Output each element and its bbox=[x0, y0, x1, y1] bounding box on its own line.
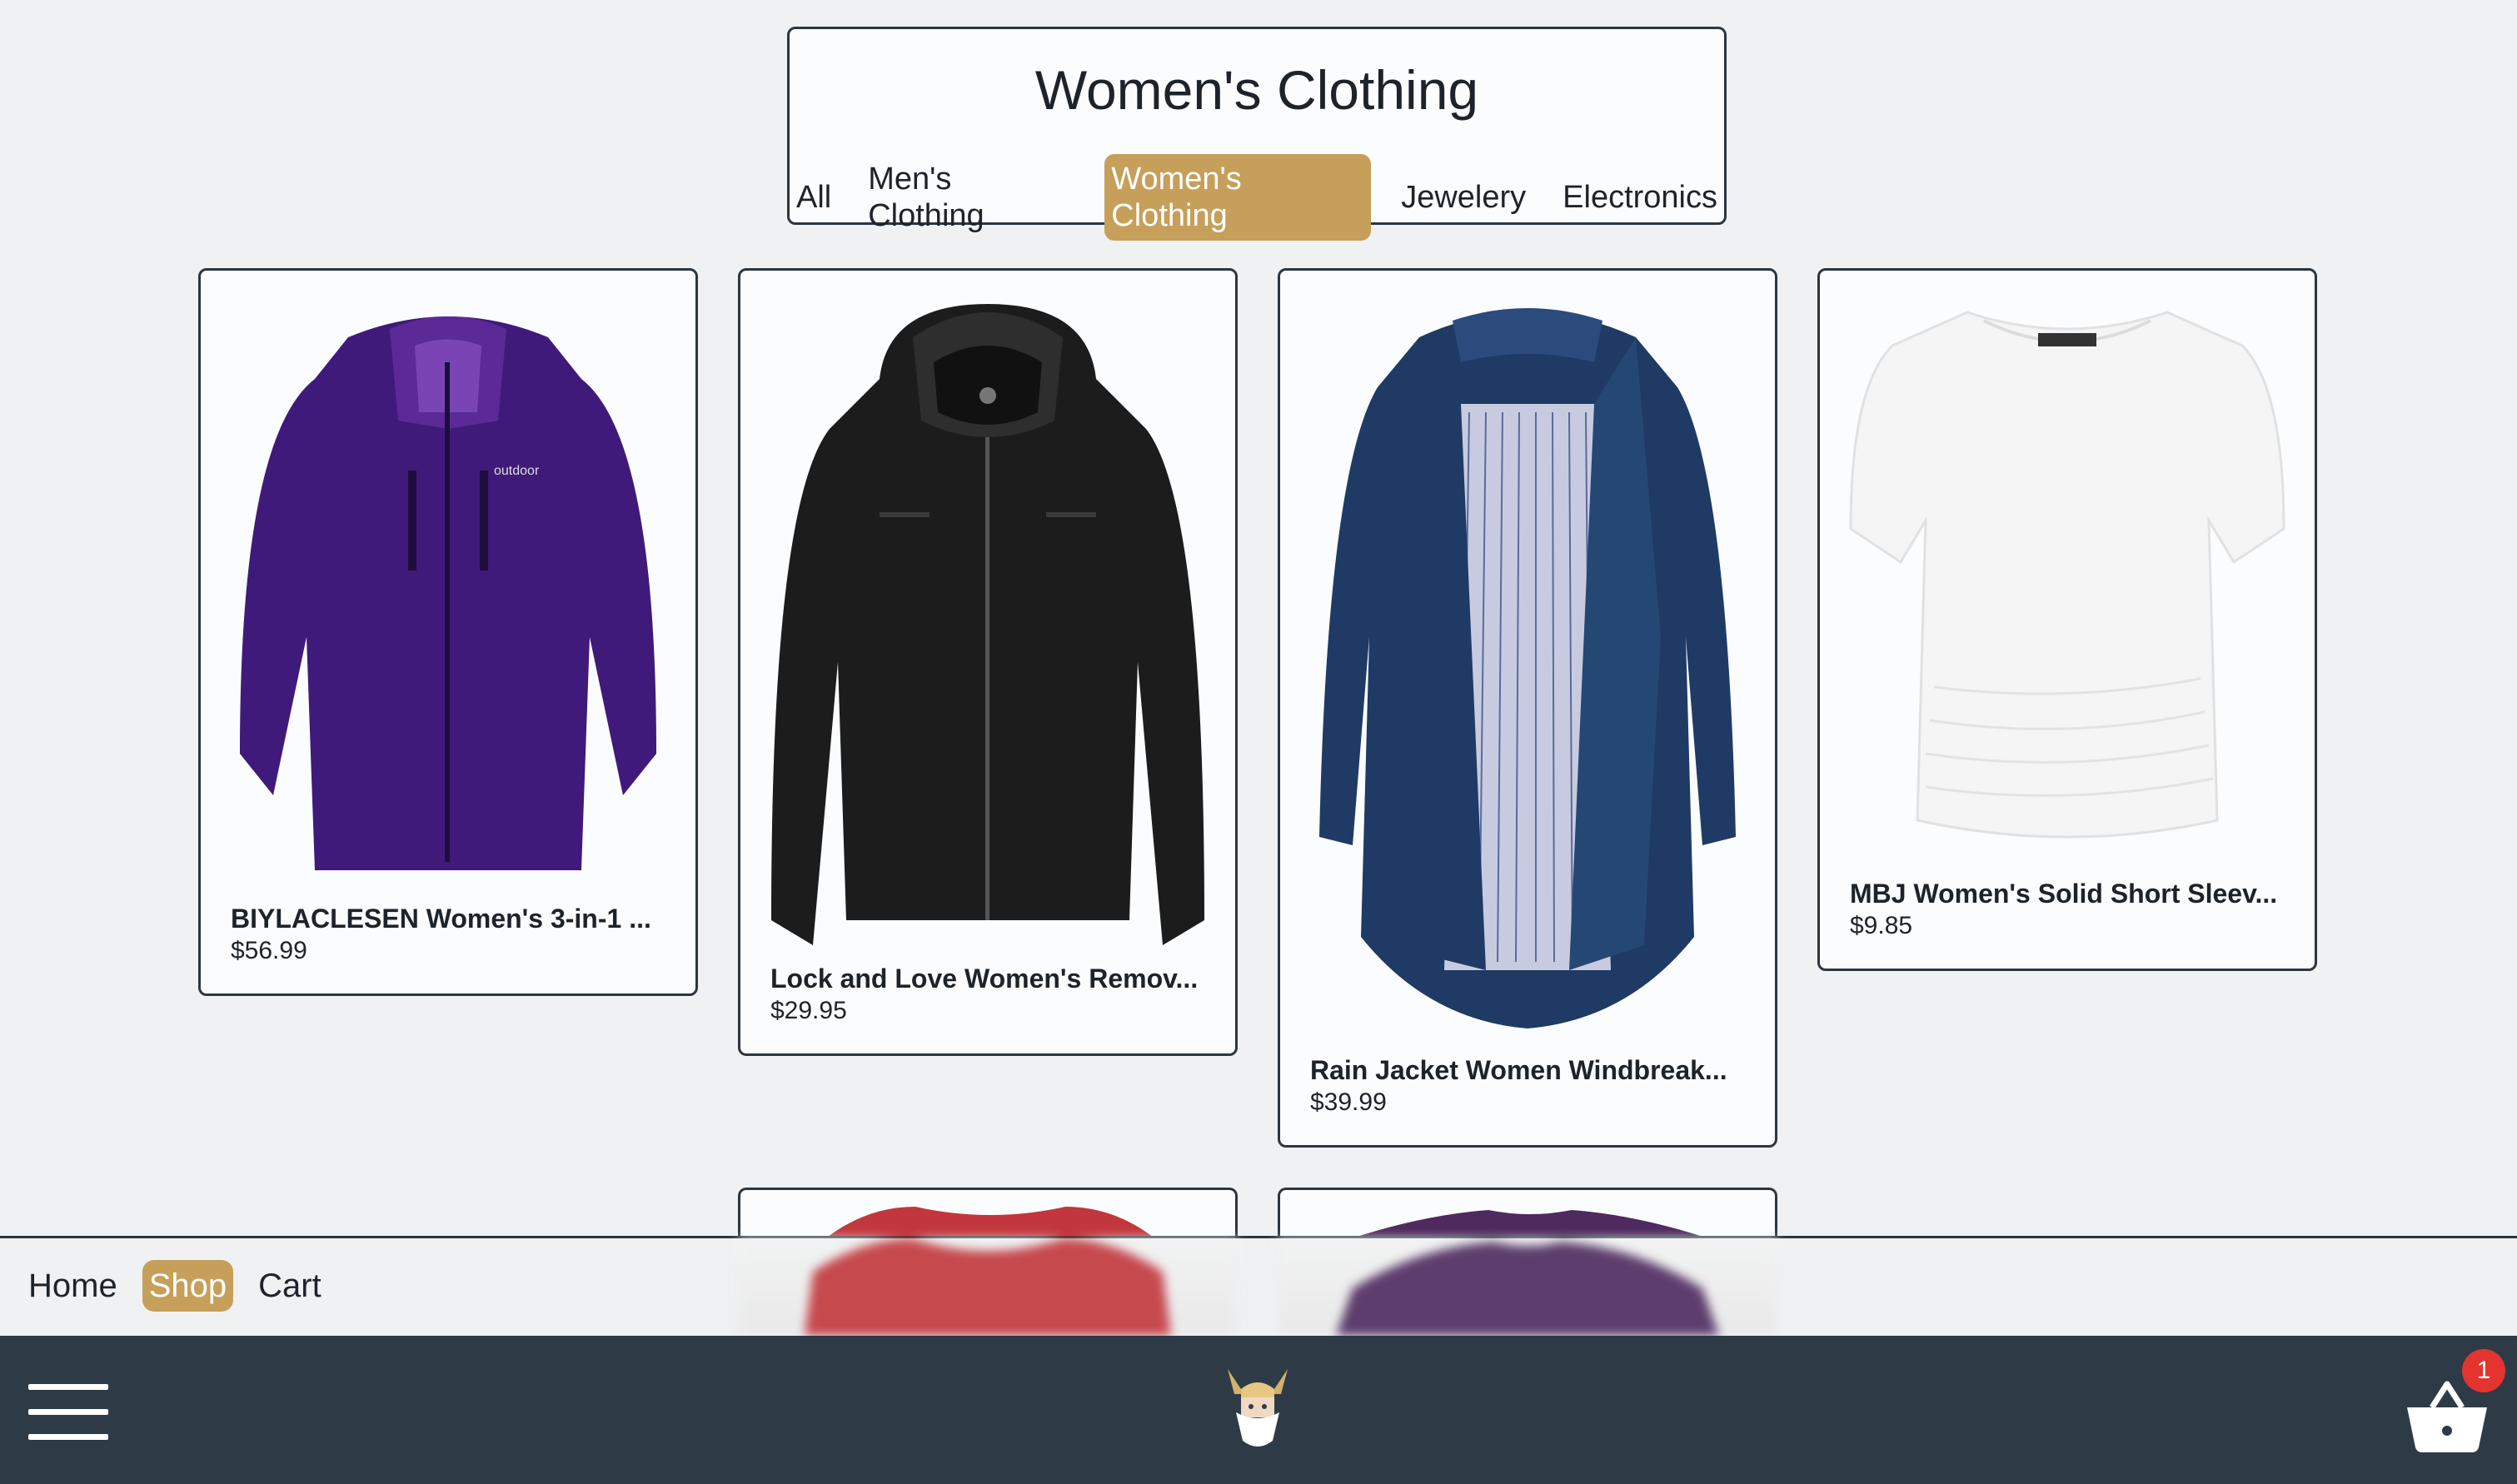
category-header: Women's Clothing All Men's Clothing Wome… bbox=[787, 27, 1727, 241]
page-nav: Home Shop Cart bbox=[0, 1236, 2517, 1336]
product-price: $29.95 bbox=[770, 997, 847, 1024]
tab-womens-clothing[interactable]: Women's Clothing bbox=[1104, 154, 1372, 241]
product-title: Lock and Love Women's Remov... bbox=[770, 964, 1199, 993]
tab-all[interactable]: All bbox=[790, 172, 838, 222]
product-title: BIYLACLESEN Women's 3-in-1 ... bbox=[231, 904, 651, 934]
product-card[interactable]: Rain Jacket Women Windbreak... $39.99 bbox=[1278, 268, 1777, 1148]
page-nav-items: Home Shop Cart bbox=[22, 1260, 328, 1312]
nav-home-link[interactable]: Home bbox=[22, 1260, 124, 1312]
tab-mens-clothing[interactable]: Men's Clothing bbox=[861, 154, 1081, 241]
product-title: Rain Jacket Women Windbreak... bbox=[1310, 1055, 1727, 1085]
product-card[interactable]: outdoor BIYLACLESEN Women's 3-in-1 ... $… bbox=[198, 268, 698, 996]
product-price: $56.99 bbox=[231, 937, 307, 964]
product-price: $39.99 bbox=[1310, 1088, 1387, 1116]
tab-jewelery[interactable]: Jewelery bbox=[1394, 172, 1533, 222]
page-title: Women's Clothing bbox=[1034, 59, 1479, 121]
nav-shop-link[interactable]: Shop bbox=[142, 1260, 234, 1312]
nav-cart-link[interactable]: Cart bbox=[252, 1260, 328, 1312]
product-title: MBJ Women's Solid Short Sleev... bbox=[1850, 879, 2278, 909]
red-top-peek bbox=[738, 1238, 1238, 1336]
white-tshirt-image bbox=[1820, 287, 2315, 854]
product-card[interactable] bbox=[1278, 1188, 1777, 1237]
hamburger-menu-icon[interactable] bbox=[28, 1384, 108, 1441]
product-price: $9.85 bbox=[1850, 912, 1913, 939]
red-top-image bbox=[826, 1207, 1154, 1237]
cart-count-badge: 1 bbox=[2462, 1349, 2505, 1392]
product-card[interactable] bbox=[738, 1188, 1238, 1237]
purple-top-image bbox=[1354, 1210, 1706, 1237]
black-leather-jacket-image bbox=[740, 287, 1235, 945]
tab-electronics[interactable]: Electronics bbox=[1556, 172, 1724, 222]
purple-top-peek bbox=[1278, 1238, 1777, 1336]
category-tabs: All Men's Clothing Women's Clothing Jewe… bbox=[790, 154, 1724, 241]
product-card[interactable]: Lock and Love Women's Remov... $29.95 bbox=[738, 268, 1238, 1056]
app-bar: 1 bbox=[0, 1336, 2517, 1484]
svg-text:outdoor: outdoor bbox=[494, 464, 540, 478]
navy-rain-jacket-image bbox=[1280, 287, 1775, 1037]
viking-logo-icon[interactable] bbox=[1226, 1369, 1289, 1452]
product-card[interactable]: MBJ Women's Solid Short Sleev... $9.85 bbox=[1817, 268, 2317, 971]
purple-jacket-image: outdoor bbox=[201, 287, 695, 870]
